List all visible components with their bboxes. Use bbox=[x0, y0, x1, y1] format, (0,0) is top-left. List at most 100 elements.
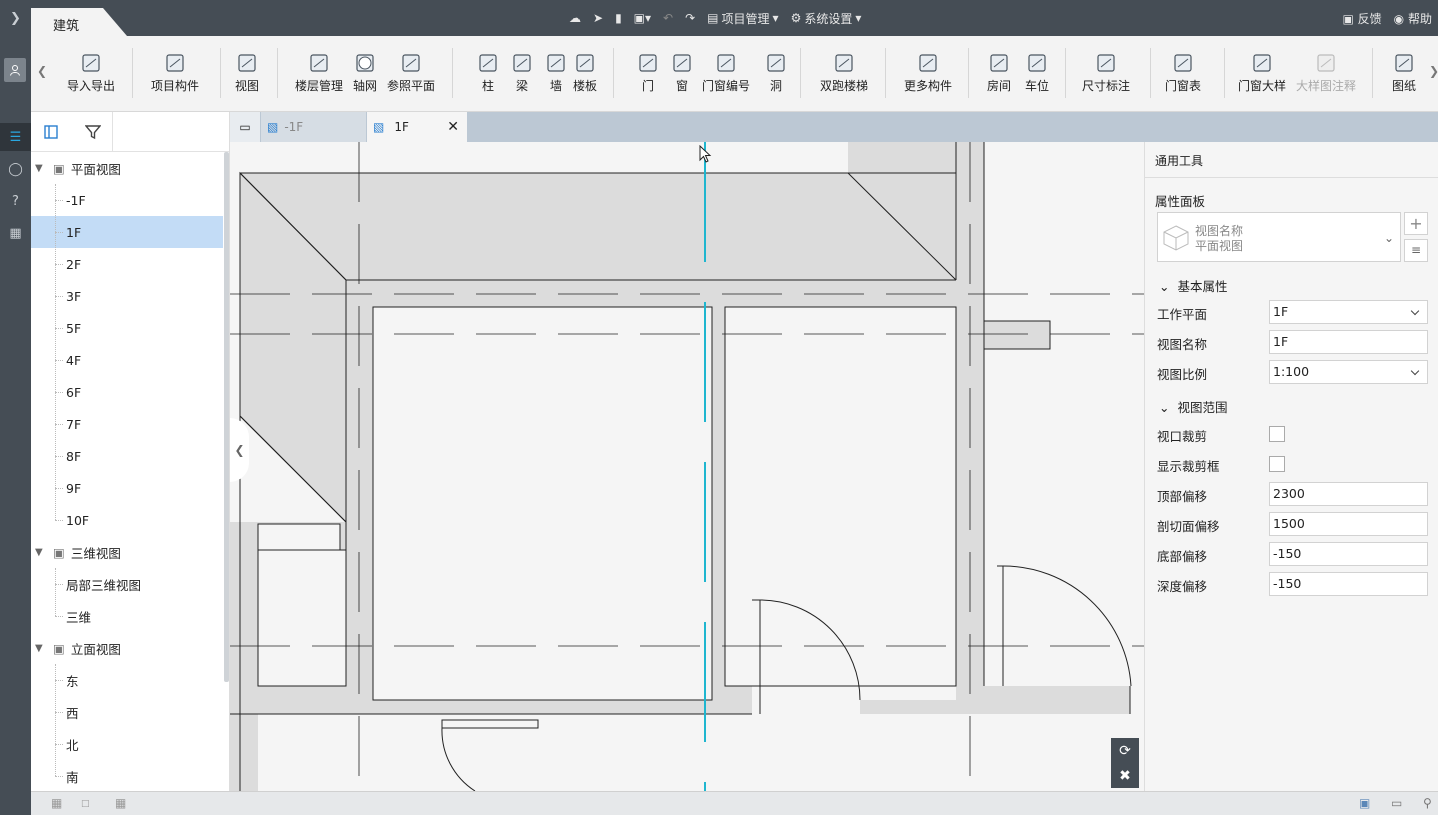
collapse-sidebar-button[interactable]: ❮ bbox=[230, 418, 249, 482]
toolbar-door-window-table-button[interactable]: 门窗表 bbox=[1165, 52, 1201, 94]
close-view-icon[interactable]: ✖ bbox=[1119, 768, 1131, 784]
add-view-button[interactable]: + bbox=[1404, 212, 1428, 235]
toolbar-separator bbox=[1065, 48, 1066, 98]
top-offset-label: 顶部偏移 bbox=[1157, 489, 1208, 504]
tree-item-label: 东 bbox=[66, 673, 79, 689]
toolbar-more-components-button[interactable]: 更多构件 bbox=[904, 52, 952, 94]
compass-icon[interactable]: ◯ bbox=[0, 155, 31, 183]
close-icon[interactable]: ✕ bbox=[447, 119, 459, 135]
multi-view-icon[interactable]: ▦ bbox=[115, 796, 126, 810]
tree-group-plan[interactable]: ▼ ▣ 平面视图 bbox=[31, 152, 223, 184]
toolbar-room-button[interactable]: 房间 bbox=[987, 52, 1011, 94]
user-avatar[interactable] bbox=[4, 58, 26, 82]
tree-scrollbar[interactable] bbox=[224, 152, 229, 682]
apps-grid-icon[interactable]: ▦ bbox=[0, 219, 31, 247]
depth-offset-input[interactable]: -150 bbox=[1269, 572, 1428, 596]
show-crop-checkbox[interactable] bbox=[1269, 456, 1285, 472]
top-offset-input[interactable]: 2300 bbox=[1269, 482, 1428, 506]
parking-icon bbox=[1028, 54, 1046, 72]
tree-group-three-d[interactable]: ▼ ▣ 三维视图 bbox=[31, 536, 223, 568]
toolbar-view-button[interactable]: 视图 bbox=[235, 52, 259, 94]
display-settings-icon[interactable]: ▣ bbox=[1359, 796, 1370, 810]
toolbar-door-window-number-button[interactable]: 门窗编号 bbox=[702, 52, 750, 94]
feedback-button[interactable]: ▣ 反馈 bbox=[1342, 10, 1381, 27]
toolbar-slab-button[interactable]: 楼板 bbox=[573, 52, 597, 94]
tree-connector bbox=[55, 360, 63, 361]
view-folder-icon: ▣ bbox=[53, 544, 65, 560]
view-range-section[interactable]: ⌄ 视图范围 bbox=[1159, 397, 1227, 416]
door-window-number-icon bbox=[717, 54, 735, 72]
undo-icon[interactable]: ↶ bbox=[663, 11, 673, 25]
bottom-offset-input[interactable]: -150 bbox=[1269, 542, 1428, 566]
work-plane-row: 工作平面 1F bbox=[1145, 297, 1438, 327]
toolbar-component-button[interactable]: 项目构件 bbox=[151, 52, 199, 94]
mouse-cursor-icon bbox=[699, 145, 712, 163]
project-tree-icon[interactable]: ☰ bbox=[0, 123, 31, 151]
edit-type-button[interactable]: ≡ bbox=[1404, 239, 1428, 262]
file-icon[interactable]: ▮ bbox=[615, 11, 622, 25]
drawing-canvas[interactable] bbox=[230, 142, 1144, 791]
tab-label: 1F bbox=[394, 120, 409, 134]
toolbar-label: 导入导出 bbox=[67, 79, 116, 93]
cloud-icon[interactable]: ☁ bbox=[569, 11, 581, 25]
cube-icon bbox=[1163, 225, 1189, 251]
tree-view-toggle[interactable] bbox=[31, 112, 71, 151]
toolbar-door-button[interactable]: 门 bbox=[637, 52, 659, 94]
toolbar-dimension-button[interactable]: 尺寸标注 bbox=[1082, 52, 1130, 94]
toolbar-beam-button[interactable]: 梁 bbox=[511, 52, 533, 94]
work-plane-select[interactable]: 1F bbox=[1269, 300, 1428, 324]
view-scale-select[interactable]: 1:100 bbox=[1269, 360, 1428, 384]
toolbar-door-window-detail-button[interactable]: 门窗大样 bbox=[1238, 52, 1286, 94]
view-type-selector[interactable]: 视图名称 平面视图 ⌄ bbox=[1157, 212, 1401, 262]
tab-switcher-icon[interactable]: ▭ bbox=[230, 112, 260, 142]
toolbar-detail-annotation-button[interactable]: 大样图注释 bbox=[1296, 52, 1356, 94]
door-icon bbox=[639, 54, 657, 72]
cut-offset-input[interactable]: 1500 bbox=[1269, 512, 1428, 536]
project-management-menu[interactable]: ▤ 项目管理 ▾ bbox=[707, 10, 778, 27]
help-circle-icon[interactable]: ? bbox=[0, 187, 31, 215]
single-view-icon[interactable]: □ bbox=[81, 799, 90, 809]
view-scale-label: 视图比例 bbox=[1157, 367, 1208, 382]
toolbar-window-button[interactable]: 窗 bbox=[671, 52, 693, 94]
cad-import-icon bbox=[82, 54, 100, 72]
reset-view-icon[interactable]: ⟳ bbox=[1119, 743, 1131, 759]
toolbar-stair-button[interactable]: 双跑楼梯 bbox=[820, 52, 868, 94]
toolbar-drawing-button[interactable]: 图纸 bbox=[1392, 52, 1416, 94]
component-icon bbox=[166, 54, 184, 72]
toolbar-opening-button[interactable]: 洞 bbox=[765, 52, 787, 94]
viewport-crop-checkbox[interactable] bbox=[1269, 426, 1285, 442]
depth-offset-label: 深度偏移 bbox=[1157, 579, 1208, 594]
basic-properties-section[interactable]: ⌄ 基本属性 bbox=[1159, 276, 1227, 295]
scroll-right-icon[interactable]: ❯ bbox=[1429, 64, 1438, 78]
system-settings-menu[interactable]: ⚙ 系统设置 ▾ bbox=[791, 10, 862, 27]
tree-item-label: 北 bbox=[66, 737, 79, 753]
tree-group-elevation[interactable]: ▼ ▣ 立面视图 bbox=[31, 632, 223, 664]
toolbar-ref-plane-button[interactable]: 参照平面 bbox=[387, 52, 435, 94]
help-button[interactable]: ◉ 帮助 bbox=[1394, 10, 1432, 27]
expand-icon[interactable]: ❯ bbox=[0, 4, 31, 32]
toolbar-label: 梁 bbox=[515, 79, 528, 93]
send-icon[interactable]: ➤ bbox=[593, 11, 603, 25]
scroll-left-icon[interactable]: ❮ bbox=[37, 64, 47, 78]
redo-icon[interactable]: ↷ bbox=[685, 11, 695, 25]
model-icon[interactable]: ▭ bbox=[1391, 796, 1402, 810]
toolbar-parking-button[interactable]: 车位 bbox=[1025, 52, 1049, 94]
tile-view-icon[interactable]: ▦ bbox=[51, 796, 62, 810]
tab-1f[interactable]: ▧ 1F ✕ bbox=[367, 112, 467, 142]
common-tools-label: 通用工具 bbox=[1155, 154, 1204, 168]
show-crop-row: 显示裁剪框 bbox=[1145, 449, 1438, 479]
view-folder-icon: ▣ bbox=[53, 640, 65, 656]
zoom-icon[interactable]: ⚲ bbox=[1423, 796, 1432, 810]
toolbar-cad-import-button[interactable]: 导入导出 bbox=[67, 52, 115, 94]
box-icon[interactable]: ▣▾ bbox=[634, 11, 651, 25]
title-bar: 建筑 ☁ ➤ ▮ ▣▾ ↶ ↷ ▤ 项目管理 ▾ ⚙ 系统设置 ▾ ▣ 反馈 ◉ 帮助 bbox=[31, 0, 1438, 36]
tab-minus-1f[interactable]: ▧ -1F bbox=[261, 112, 366, 142]
toolbar-axis-grid-button[interactable]: 轴网 bbox=[353, 52, 377, 94]
filter-button[interactable] bbox=[73, 112, 113, 151]
toolbar-floor-manage-button[interactable]: 楼层管理 bbox=[295, 52, 343, 94]
module-tab-architecture[interactable]: 建筑 bbox=[31, 8, 127, 36]
toolbar-column-button[interactable]: 柱 bbox=[477, 52, 499, 94]
chevron-down-icon: ▾ bbox=[855, 11, 862, 25]
view-name-input[interactable]: 1F bbox=[1269, 330, 1428, 354]
toolbar-wall-button[interactable]: 墙 bbox=[545, 52, 567, 94]
